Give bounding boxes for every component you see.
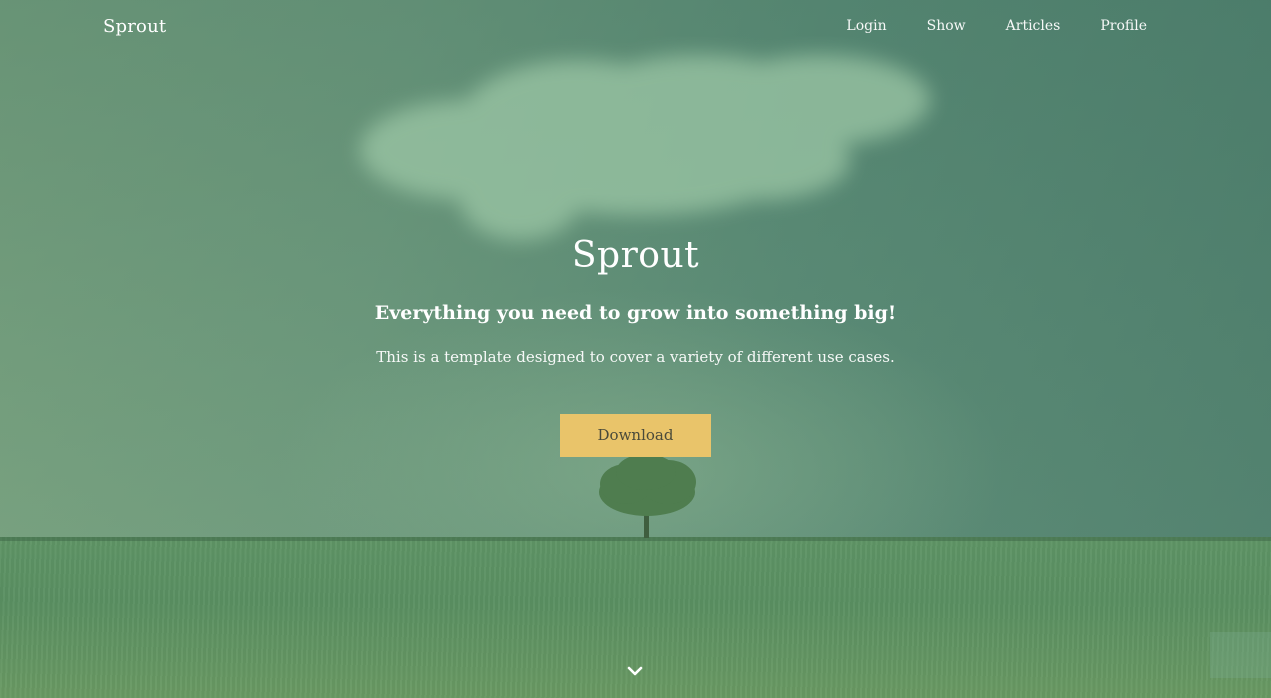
corner-widget[interactable] (1210, 632, 1271, 678)
nav-item-show[interactable]: Show (927, 18, 966, 34)
nav-item-login[interactable]: Login (846, 18, 886, 34)
hero-content: Sprout Everything you need to grow into … (0, 234, 1271, 457)
hero-section: Sprout Login Show Articles Profile Sprou… (0, 0, 1271, 698)
main-nav: Login Show Articles Profile (846, 18, 1147, 34)
brand-logo[interactable]: Sprout (103, 16, 166, 37)
tree-image (599, 454, 696, 538)
download-button[interactable]: Download (560, 414, 711, 457)
hero-description: This is a template designed to cover a v… (376, 348, 895, 366)
nav-item-profile[interactable]: Profile (1100, 18, 1147, 34)
chevron-down-icon[interactable] (624, 660, 646, 682)
hero-title: Sprout (571, 235, 700, 276)
hero-subtitle: Everything you need to grow into somethi… (374, 302, 897, 324)
nav-item-articles[interactable]: Articles (1006, 18, 1061, 34)
